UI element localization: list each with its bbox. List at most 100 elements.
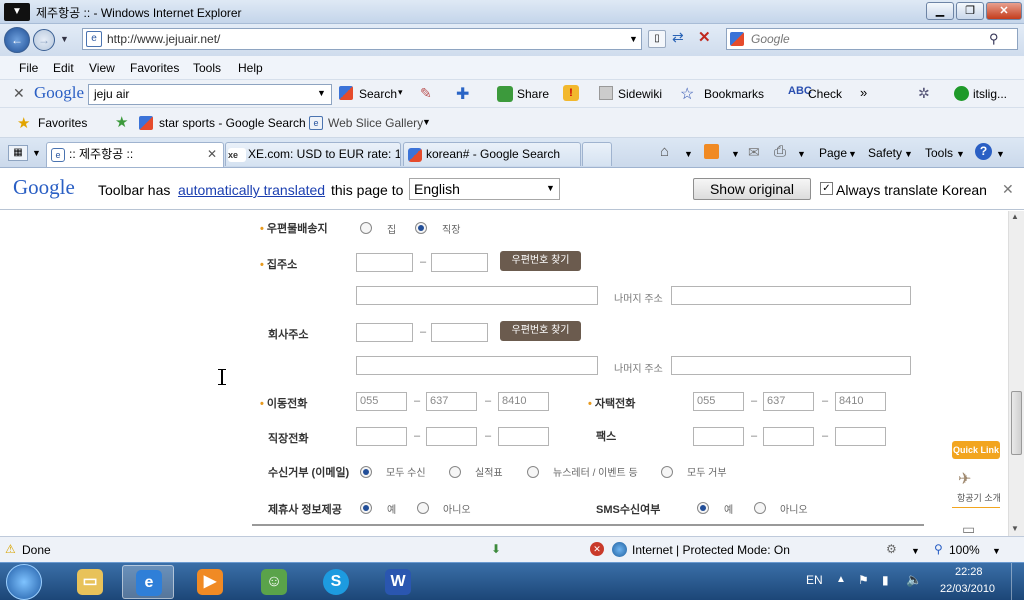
url-dropdown-icon[interactable]: ▼ bbox=[629, 29, 638, 49]
minimize-button[interactable]: ▁ bbox=[926, 2, 954, 20]
more-chevron-icon[interactable]: » bbox=[860, 85, 867, 100]
battery-icon[interactable]: ▮ bbox=[882, 573, 889, 587]
home-icon[interactable]: ⌂ bbox=[660, 143, 669, 160]
menu-tools[interactable]: Tools bbox=[193, 61, 221, 75]
sms-no-radio[interactable] bbox=[754, 502, 766, 514]
refresh-icon[interactable]: ⇄ bbox=[672, 29, 684, 46]
feeds-dropdown-icon[interactable]: ▼ bbox=[731, 149, 740, 159]
google-toolbar-logo[interactable]: Google bbox=[34, 83, 84, 103]
optout-newsletter-radio[interactable] bbox=[527, 466, 539, 478]
work-phone-part3-input[interactable] bbox=[498, 427, 549, 446]
optout-all-receive-radio[interactable] bbox=[360, 466, 372, 478]
mail-home-radio[interactable] bbox=[360, 222, 372, 234]
wrench-icon[interactable]: ✲ bbox=[918, 85, 930, 102]
check-button[interactable]: Check bbox=[808, 87, 842, 101]
tray-expand-icon[interactable]: ▲ bbox=[836, 574, 846, 585]
home-dropdown-icon[interactable]: ▼ bbox=[684, 149, 693, 159]
quick-tabs-icon[interactable]: ▦ bbox=[8, 145, 28, 161]
print-icon[interactable]: ⎙ bbox=[774, 143, 786, 160]
system-menu-icon[interactable]: ▼ bbox=[4, 3, 30, 21]
scroll-down-icon[interactable]: ▼ bbox=[1011, 524, 1019, 533]
menu-favorites[interactable]: Favorites bbox=[130, 61, 179, 75]
partner-no-radio[interactable] bbox=[417, 502, 429, 514]
mobile-part1-input[interactable]: 055 bbox=[356, 392, 407, 411]
search-icon[interactable]: ⚲ bbox=[989, 29, 999, 49]
tab-list-dropdown-icon[interactable]: ▼ bbox=[32, 148, 41, 158]
clock-time[interactable]: 22:28 bbox=[955, 566, 983, 578]
mobile-part3-input[interactable]: 8410 bbox=[498, 392, 549, 411]
taskbar-messenger[interactable]: ☺ bbox=[248, 565, 300, 599]
taskbar-explorer[interactable]: ▭ bbox=[64, 565, 116, 599]
zone-text[interactable]: Internet | Protected Mode: On bbox=[632, 543, 790, 557]
popup-blocker-icon[interactable]: ! bbox=[563, 85, 579, 101]
google-search-button[interactable]: Search bbox=[359, 87, 397, 101]
home-zip-search-button[interactable]: 우편번호 찾기 bbox=[500, 251, 581, 271]
page-menu[interactable]: Page bbox=[819, 146, 847, 160]
tab-close-icon[interactable]: ✕ bbox=[207, 143, 217, 165]
menu-help[interactable]: Help bbox=[238, 61, 263, 75]
web-slice-dropdown-icon[interactable]: ▼ bbox=[422, 117, 431, 127]
mail-icon[interactable]: ✉ bbox=[748, 144, 760, 161]
show-desktop-button[interactable] bbox=[1011, 563, 1024, 600]
protected-mode-icon[interactable]: ⚙ bbox=[886, 542, 897, 556]
fax-part2-input[interactable] bbox=[763, 427, 814, 446]
url-input[interactable]: e http://www.jejuair.net/ ▼ bbox=[82, 28, 642, 50]
action-center-icon[interactable]: ⚑ bbox=[858, 573, 869, 587]
help-dropdown-icon[interactable]: ▼ bbox=[996, 149, 1005, 159]
translate-close-icon[interactable]: ✕ bbox=[1002, 181, 1014, 198]
volume-icon[interactable]: 🔈 bbox=[906, 572, 922, 588]
feeds-icon[interactable] bbox=[704, 144, 719, 159]
search-dropdown-icon[interactable]: ▾ bbox=[398, 87, 403, 98]
new-tab-button[interactable] bbox=[582, 142, 612, 166]
tools-menu[interactable]: Tools bbox=[925, 146, 953, 160]
optout-refuse-all-radio[interactable] bbox=[661, 466, 673, 478]
tab-xe[interactable]: xe XE.com: USD to EUR rate: 1... bbox=[225, 142, 401, 166]
protected-dropdown-icon[interactable]: ▼ bbox=[911, 546, 920, 556]
company-address-input[interactable] bbox=[356, 356, 598, 375]
start-button[interactable] bbox=[6, 564, 42, 600]
taskbar-media-player[interactable]: ▶ bbox=[184, 565, 236, 599]
zoom-dropdown-icon[interactable]: ▼ bbox=[992, 546, 1001, 556]
bookmarks-button[interactable]: Bookmarks bbox=[704, 87, 764, 101]
work-phone-part2-input[interactable] bbox=[426, 427, 477, 446]
web-slice-gallery-link[interactable]: Web Slice Gallery bbox=[328, 116, 423, 130]
clock-date[interactable]: 22/03/2010 bbox=[940, 583, 995, 595]
tab-jejuair[interactable]: e :: 제주항공 :: ✕ bbox=[46, 142, 224, 167]
scroll-up-icon[interactable]: ▲ bbox=[1011, 212, 1019, 221]
highlight-icon[interactable]: ✎ bbox=[420, 85, 432, 102]
sms-yes-radio[interactable] bbox=[697, 502, 709, 514]
company-zip2-input[interactable] bbox=[431, 323, 488, 342]
always-translate-checkbox[interactable]: ✓ bbox=[820, 182, 833, 195]
menu-view[interactable]: View bbox=[89, 61, 115, 75]
history-dropdown-icon[interactable]: ▼ bbox=[60, 34, 69, 44]
sidewiki-button[interactable]: Sidewiki bbox=[618, 87, 662, 101]
account-name[interactable]: itslig... bbox=[973, 87, 1007, 101]
print-dropdown-icon[interactable]: ▼ bbox=[797, 149, 806, 159]
optout-statement-radio[interactable] bbox=[449, 466, 461, 478]
home-address-input[interactable] bbox=[356, 286, 598, 305]
fax-part1-input[interactable] bbox=[693, 427, 744, 446]
search-input[interactable]: Google ⚲ bbox=[726, 28, 1018, 50]
home-zip2-input[interactable] bbox=[431, 253, 488, 272]
query-dropdown-icon[interactable]: ▼ bbox=[317, 88, 326, 98]
work-phone-part1-input[interactable] bbox=[356, 427, 407, 446]
partner-yes-radio[interactable] bbox=[360, 502, 372, 514]
maximize-button[interactable]: ❐ bbox=[956, 2, 984, 20]
auto-translated-link[interactable]: automatically translated bbox=[178, 182, 325, 198]
menu-edit[interactable]: Edit bbox=[53, 61, 74, 75]
quick-link-header[interactable]: Quick Link bbox=[952, 441, 1000, 459]
safety-menu[interactable]: Safety bbox=[868, 146, 902, 160]
google-query-input[interactable]: jeju air ▼ bbox=[88, 84, 332, 105]
forward-button[interactable]: → bbox=[33, 29, 55, 51]
compat-view-icon[interactable]: ▯ bbox=[648, 30, 666, 48]
zoom-level[interactable]: 100% bbox=[949, 543, 980, 557]
home-rest-address-input[interactable] bbox=[671, 286, 911, 305]
company-zip-search-button[interactable]: 우편번호 찾기 bbox=[500, 321, 581, 341]
warning-icon[interactable]: ⚠ bbox=[5, 542, 16, 556]
quick-link-aircraft[interactable]: 항공기 소개 bbox=[957, 491, 1001, 504]
home-phone-part3-input[interactable]: 8410 bbox=[835, 392, 886, 411]
taskbar-skype[interactable]: S bbox=[310, 565, 362, 599]
language-indicator[interactable]: EN bbox=[806, 573, 823, 587]
tab-google-search[interactable]: korean# - Google Search bbox=[403, 142, 581, 166]
menu-file[interactable]: File bbox=[19, 61, 38, 75]
